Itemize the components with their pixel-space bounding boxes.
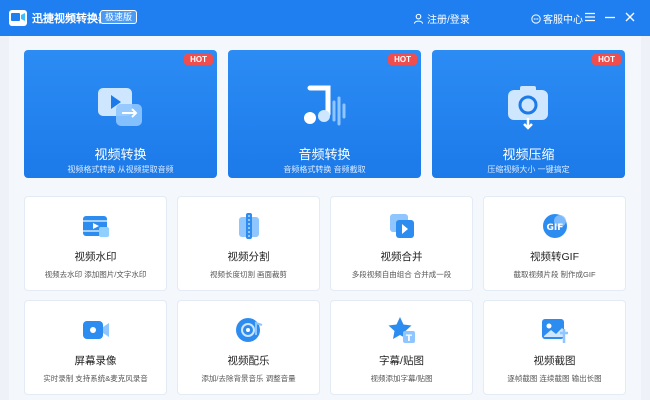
tool-title: 视频水印 <box>74 251 117 263</box>
video-split-icon <box>234 211 264 241</box>
hot-badge: HOT <box>592 54 621 65</box>
chat-bubble-icon <box>531 13 541 24</box>
tool-card-screen-record[interactable]: 屏幕录像 实时录制 支持系统&麦克风录音 <box>24 300 167 395</box>
tool-subtitle: 截取视频片段 制作成GIF <box>513 270 596 279</box>
app-logo-icon <box>8 8 28 28</box>
tool-title: 视频分割 <box>227 251 270 263</box>
tool-card-video-to-gif[interactable]: GIF 视频转GIF 截取视频片段 制作成GIF <box>483 196 626 291</box>
title-bar: 迅捷视频转换器 极速版 注册/登录 客服中心 <box>0 0 650 36</box>
svg-text:GIF: GIF <box>547 223 564 233</box>
tool-card-video-merge[interactable]: 视频合并 多段视频自由组合 合并成一段 <box>330 196 473 291</box>
tool-subtitle: 视频去水印 添加图片/文字水印 <box>44 270 147 279</box>
tool-card-video-music[interactable]: 视频配乐 添加/去除背景音乐 调整音量 <box>177 300 320 395</box>
video-compress-icon <box>502 80 554 132</box>
subtitle-sticker-icon: T <box>387 315 417 345</box>
hot-badge: HOT <box>184 54 213 65</box>
tool-title: 字幕/贴图 <box>379 355 424 367</box>
user-icon <box>413 13 424 24</box>
feature-card-video-convert[interactable]: HOT 视频转换 视频格式转换 从视频提取音频 <box>24 50 217 178</box>
hot-badge: HOT <box>388 54 417 65</box>
support-button[interactable]: 客服中心 <box>531 11 583 26</box>
video-watermark-icon <box>81 211 111 241</box>
video-to-gif-icon: GIF <box>540 211 570 241</box>
tool-subtitle: 添加/去除背景音乐 调整音量 <box>201 374 296 383</box>
edition-badge: 极速版 <box>100 10 138 24</box>
tool-subtitle: 逐帧截图 连续截图 输出长图 <box>507 374 602 383</box>
close-icon <box>625 12 635 22</box>
tool-subtitle: 视频添加字幕/贴图 <box>370 374 433 383</box>
feature-card-audio-convert[interactable]: HOT 音频转换 音频格式转换 音频截取 <box>228 50 421 178</box>
feature-subtitle: 音频格式转换 音频截取 <box>283 165 366 174</box>
video-music-icon <box>234 315 264 345</box>
video-convert-icon <box>94 80 146 132</box>
tool-card-video-watermark[interactable]: 视频水印 视频去水印 添加图片/文字水印 <box>24 196 167 291</box>
feature-subtitle: 压缩视频大小 一键搞定 <box>487 165 570 174</box>
login-label: 注册/登录 <box>427 15 470 26</box>
tool-title: 屏幕录像 <box>74 355 117 367</box>
tool-title: 视频合并 <box>380 251 423 263</box>
feature-title: 视频转换 <box>94 147 147 162</box>
tool-title: 视频截图 <box>533 355 576 367</box>
tool-card-subtitle-sticker[interactable]: T 字幕/贴图 视频添加字幕/贴图 <box>330 300 473 395</box>
menu-icon <box>585 12 595 22</box>
tool-card-video-screenshot[interactable]: 视频截图 逐帧截图 连续截图 输出长图 <box>483 300 626 395</box>
video-screenshot-icon <box>540 315 570 345</box>
tool-subtitle: 实时录制 支持系统&麦克风录音 <box>43 374 148 383</box>
video-merge-icon <box>387 211 417 241</box>
screen-record-icon <box>81 315 111 345</box>
audio-convert-icon <box>298 80 350 132</box>
login-button[interactable]: 注册/登录 <box>413 11 470 26</box>
app-title: 迅捷视频转换器 <box>32 13 109 25</box>
menu-button[interactable] <box>582 9 598 25</box>
feature-title: 视频压缩 <box>502 147 555 162</box>
close-button[interactable] <box>622 9 638 25</box>
tool-card-video-split[interactable]: 视频分割 视频长度切割 画面裁剪 <box>177 196 320 291</box>
support-label: 客服中心 <box>543 15 583 26</box>
minimize-button[interactable] <box>602 9 618 25</box>
tool-subtitle: 视频长度切割 画面裁剪 <box>209 270 288 279</box>
tool-title: 视频配乐 <box>227 355 270 367</box>
tool-title: 视频转GIF <box>530 251 579 263</box>
feature-card-video-compress[interactable]: HOT 视频压缩 压缩视频大小 一键搞定 <box>432 50 625 178</box>
svg-text:T: T <box>406 334 413 344</box>
tool-subtitle: 多段视频自由组合 合并成一段 <box>351 270 452 279</box>
feature-title: 音频转换 <box>298 147 351 162</box>
minimize-icon <box>605 16 615 19</box>
feature-subtitle: 视频格式转换 从视频提取音频 <box>67 165 174 174</box>
main-content: HOT 视频转换 视频格式转换 从视频提取音频 HOT 音频转换 音频格式转换 … <box>9 36 641 400</box>
